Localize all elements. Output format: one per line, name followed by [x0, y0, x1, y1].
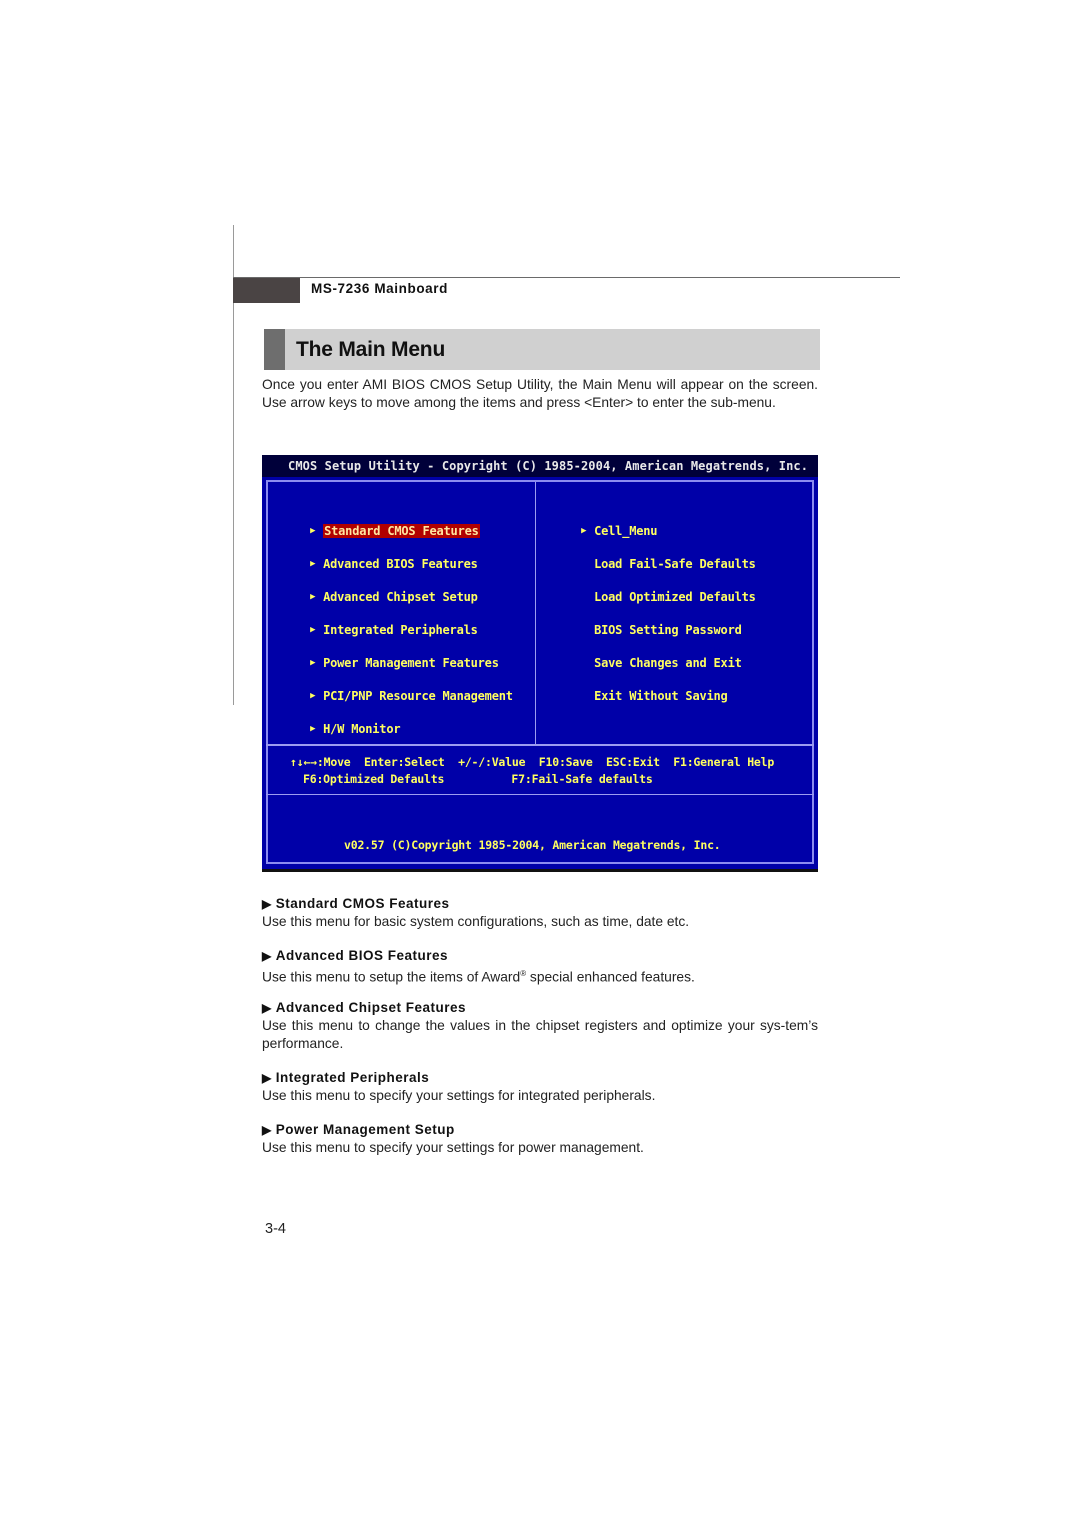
- bullet-triangle-icon: ▶: [262, 1001, 272, 1015]
- bios-menu-item-password[interactable]: BIOS Setting Password: [566, 606, 742, 637]
- bios-menu-item-exit-no-save[interactable]: Exit Without Saving: [566, 672, 728, 703]
- bios-menu-item-cell-menu[interactable]: ▶ Cell_Menu: [553, 507, 657, 538]
- bullet-triangle-icon: ▶: [262, 949, 272, 963]
- page-title: The Main Menu: [296, 338, 446, 361]
- desc-heading-advanced-chipset: ▶ Advanced Chipset Features: [262, 1000, 467, 1015]
- submenu-arrow-icon: ▶: [310, 559, 316, 569]
- desc-text-integrated-peripherals: Use this menu to specify your settings f…: [262, 1088, 656, 1103]
- desc-heading-standard-cmos: ▶ Standard CMOS Features: [262, 896, 450, 911]
- submenu-arrow-icon: ▶: [310, 526, 316, 536]
- bios-help-divider: [266, 744, 814, 746]
- submenu-arrow-icon: ▶: [310, 658, 316, 668]
- submenu-arrow-icon: ▶: [310, 625, 316, 635]
- bullet-triangle-icon: ▶: [262, 897, 272, 911]
- bios-menu-item-advanced-bios[interactable]: ▶ Advanced BIOS Features: [282, 540, 478, 571]
- desc-text-advanced-chipset: Use this menu to change the values in th…: [262, 1018, 818, 1051]
- header-tab-block: [233, 278, 300, 303]
- submenu-arrow-icon: ▶: [581, 526, 587, 536]
- title-accent: [264, 329, 285, 370]
- bios-key-help-line-2: F6:Optimized Defaults F7:Fail-Safe defau…: [303, 772, 653, 786]
- submenu-arrow-icon: ▶: [310, 724, 316, 734]
- bios-menu-item-standard-cmos[interactable]: ▶ Standard CMOS Features: [282, 507, 480, 538]
- bios-column-divider: [535, 482, 536, 744]
- desc-text-power-management: Use this menu to specify your settings f…: [262, 1140, 644, 1155]
- bios-title-bar: CMOS Setup Utility - Copyright (C) 1985-…: [262, 455, 818, 477]
- bios-footer-divider: [266, 794, 814, 795]
- desc-text-standard-cmos: Use this menu for basic system configura…: [262, 914, 690, 929]
- bios-menu-item-hw-monitor[interactable]: ▶ H/W Monitor: [282, 705, 400, 736]
- bios-key-help-line-1: ↑↓←→:Move Enter:Select +/-/:Value F10:Sa…: [290, 755, 775, 769]
- intro-paragraph: Once you enter AMI BIOS CMOS Setup Utili…: [262, 377, 818, 410]
- desc-text-advanced-bios: Use this menu to setup the items of Awar…: [262, 969, 695, 985]
- bullet-triangle-icon: ▶: [262, 1071, 272, 1085]
- manual-title: MS-7236 Mainboard: [311, 281, 448, 296]
- bios-version-footer: v02.57 (C)Copyright 1985-2004, American …: [344, 838, 721, 852]
- desc-heading-power-management: ▶ Power Management Setup: [262, 1122, 455, 1137]
- submenu-arrow-icon: ▶: [310, 592, 316, 602]
- desc-heading-integrated-peripherals: ▶ Integrated Peripherals: [262, 1070, 430, 1085]
- bullet-triangle-icon: ▶: [262, 1123, 272, 1137]
- bios-menu-item-pci-pnp[interactable]: ▶ PCI/PNP Resource Management: [282, 672, 513, 703]
- bios-screenshot: CMOS Setup Utility - Copyright (C) 1985-…: [262, 455, 818, 872]
- bios-menu-item-integrated-peripherals[interactable]: ▶ Integrated Peripherals: [282, 606, 478, 637]
- submenu-arrow-icon: ▶: [310, 691, 316, 701]
- header-rule: [233, 277, 900, 278]
- bios-menu-item-advanced-chipset[interactable]: ▶ Advanced Chipset Setup: [282, 573, 478, 604]
- bios-menu-item-load-fail-safe[interactable]: Load Fail-Safe Defaults: [566, 540, 756, 571]
- bios-menu-item-load-optimized[interactable]: Load Optimized Defaults: [566, 573, 756, 604]
- page-number: 3-4: [265, 1221, 286, 1237]
- section-title-bar: The Main Menu: [264, 329, 820, 370]
- bios-menu-item-power-management[interactable]: ▶ Power Management Features: [282, 639, 499, 670]
- bios-menu-item-save-exit[interactable]: Save Changes and Exit: [566, 639, 742, 670]
- desc-heading-advanced-bios: ▶ Advanced BIOS Features: [262, 948, 449, 963]
